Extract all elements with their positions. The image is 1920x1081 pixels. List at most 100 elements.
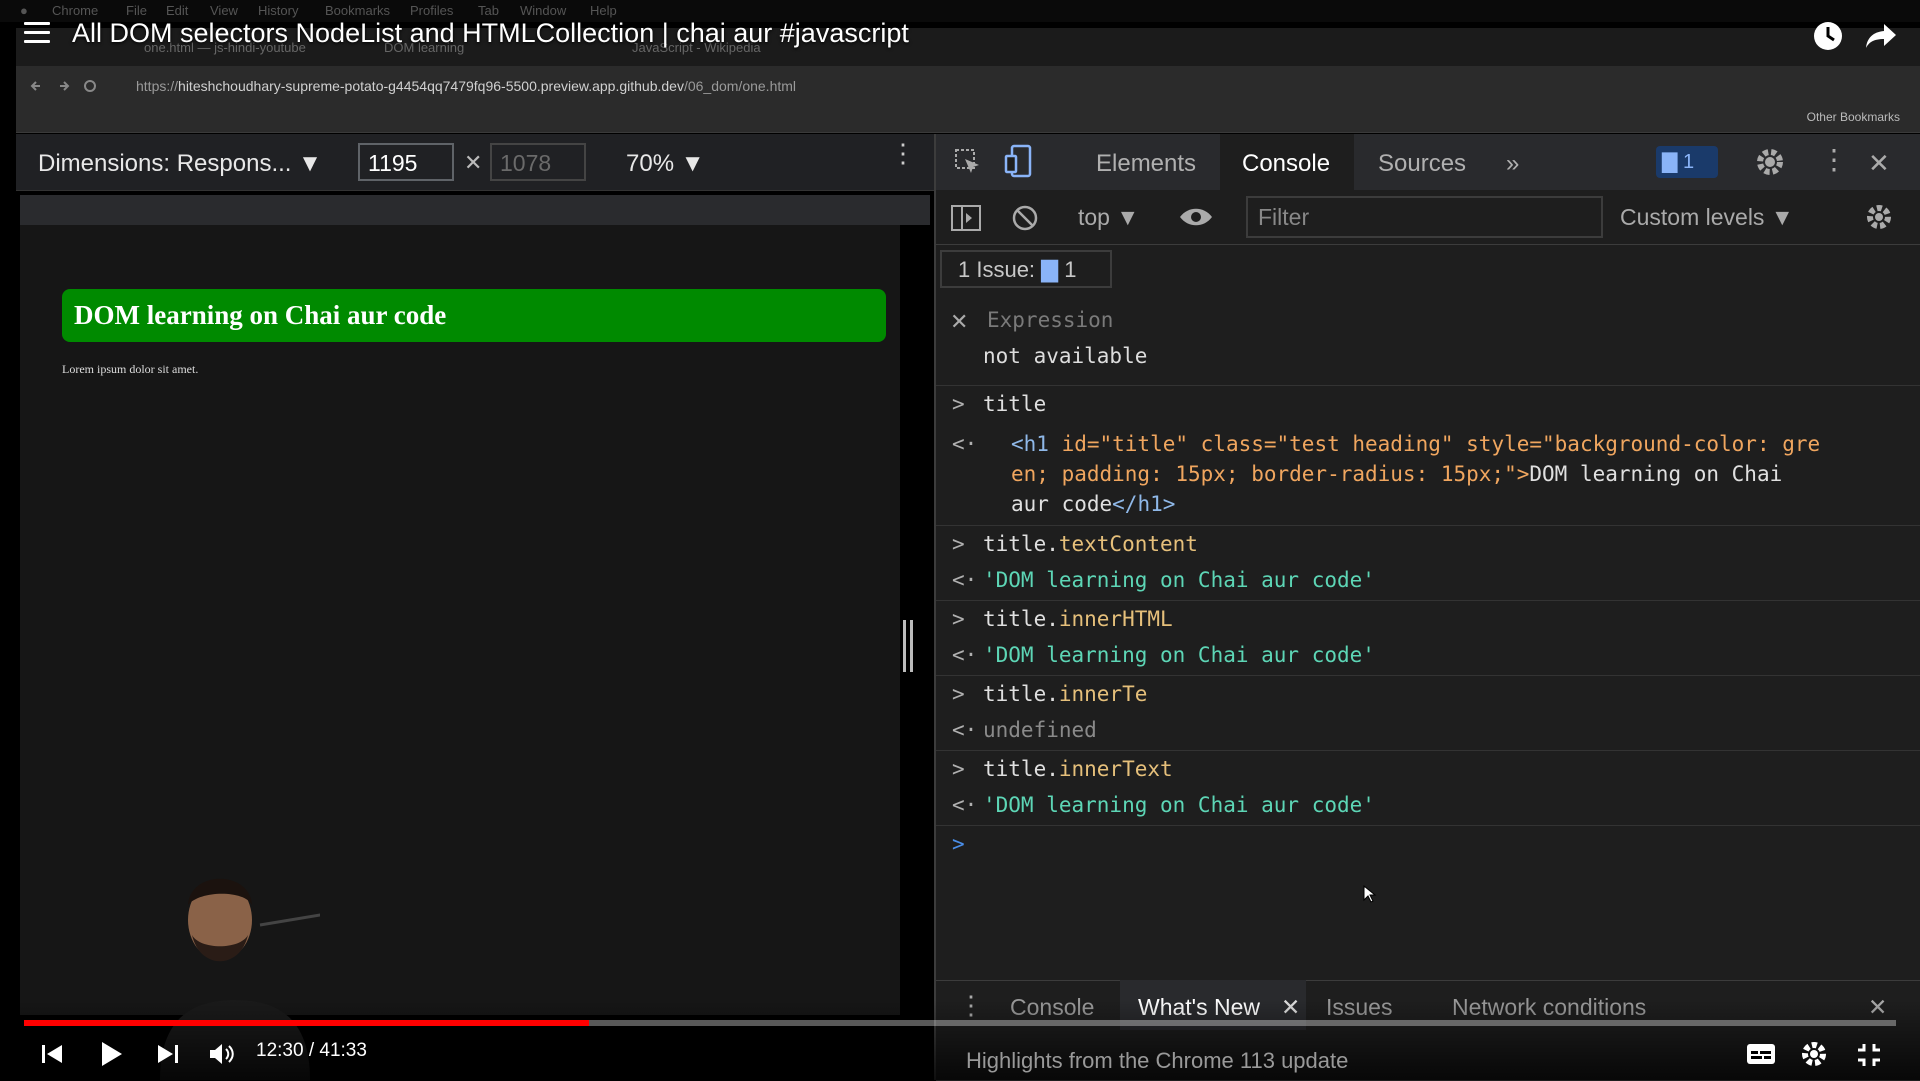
issue-pill-label: 1 Issue: bbox=[958, 257, 1036, 282]
console-input[interactable]: title.innerHTML bbox=[983, 607, 1173, 631]
previous-icon[interactable] bbox=[40, 1042, 64, 1066]
divider bbox=[936, 750, 1920, 751]
inspect-element-icon[interactable] bbox=[953, 147, 983, 177]
divider bbox=[936, 675, 1920, 676]
dropdown-arrow-icon: ▼ bbox=[298, 150, 322, 177]
issues-counter[interactable]: ▇ 1 bbox=[1656, 146, 1718, 178]
settings-gear-icon[interactable] bbox=[1754, 146, 1786, 178]
kebab-menu-icon[interactable]: ⋮ bbox=[1820, 146, 1848, 174]
console-result: 'DOM learning on Chai aur code' bbox=[983, 793, 1375, 817]
viewport-resize-handle[interactable] bbox=[903, 620, 915, 680]
output-arrow-icon: <· bbox=[952, 793, 978, 817]
menu-file[interactable]: File bbox=[126, 3, 147, 18]
issue-pill[interactable]: 1 Issue: ▇ 1 bbox=[940, 250, 1112, 288]
more-tabs-icon[interactable]: » bbox=[1506, 150, 1519, 178]
dimensions-select[interactable]: Dimensions: Respons... ▼ bbox=[38, 150, 322, 178]
html-attributes-cont: en; padding: 15px; border-radius: 15px;"… bbox=[1011, 462, 1530, 486]
log-levels-select[interactable]: Custom levels ▼ bbox=[1620, 204, 1794, 231]
context-select[interactable]: top ▼ bbox=[1078, 204, 1139, 231]
share-icon[interactable] bbox=[1864, 22, 1898, 50]
width-input[interactable]: 1195 bbox=[358, 143, 454, 181]
tab-sources[interactable]: Sources bbox=[1378, 150, 1466, 178]
menu-window[interactable]: Window bbox=[520, 3, 566, 18]
console-output-element[interactable]: <h1 id="title" class="test heading" styl… bbox=[1011, 432, 1820, 456]
media-query-bar[interactable] bbox=[20, 195, 930, 225]
tab-console[interactable]: Console bbox=[1242, 150, 1330, 178]
divider bbox=[936, 825, 1920, 826]
console-input[interactable]: title.textContent bbox=[983, 532, 1198, 556]
output-arrow-icon: <· bbox=[952, 568, 978, 592]
bookmarks-bar bbox=[16, 106, 1920, 133]
html-tag-close: </h1> bbox=[1112, 492, 1176, 516]
whats-new-highlight: Highlights from the Chrome 113 update bbox=[966, 1048, 1349, 1073]
property-name: innerTe bbox=[1058, 682, 1148, 706]
menu-bookmarks[interactable]: Bookmarks bbox=[325, 3, 390, 18]
console-input[interactable]: title.innerTe bbox=[983, 682, 1147, 706]
watch-later-icon[interactable] bbox=[1812, 20, 1844, 52]
other-bookmarks[interactable]: Other Bookmarks bbox=[1807, 110, 1900, 124]
volume-icon[interactable] bbox=[208, 1042, 236, 1066]
console-input[interactable]: title bbox=[983, 392, 1046, 416]
dropdown-arrow-icon: ▼ bbox=[680, 150, 705, 177]
output-arrow-icon: <· bbox=[952, 718, 978, 742]
console-prompt[interactable]: > bbox=[952, 832, 965, 856]
play-icon[interactable] bbox=[98, 1040, 124, 1068]
close-devtools-icon[interactable]: ✕ bbox=[1868, 148, 1890, 179]
page-paragraph: Lorem ipsum dolor sit amet. bbox=[62, 362, 199, 376]
menu-profiles[interactable]: Profiles bbox=[410, 3, 453, 18]
page-heading: DOM learning on Chai aur code bbox=[62, 289, 886, 342]
url-host: hiteshchoudhary-supreme-potato-g4454qq74… bbox=[178, 78, 684, 94]
mouse-cursor-icon bbox=[1363, 884, 1377, 903]
property-name: innerHTML bbox=[1058, 607, 1173, 631]
times-icon: ✕ bbox=[464, 150, 483, 175]
height-input[interactable]: 1078 bbox=[490, 143, 586, 181]
next-icon[interactable] bbox=[156, 1042, 180, 1066]
menu-icon[interactable] bbox=[24, 22, 50, 44]
live-expression-eye-icon[interactable] bbox=[1178, 204, 1214, 230]
console-result: 'DOM learning on Chai aur code' bbox=[983, 643, 1375, 667]
zoom-select[interactable]: 70% ▼ bbox=[626, 150, 704, 178]
object-name: title. bbox=[983, 757, 1059, 781]
nav-buttons-icon[interactable] bbox=[30, 78, 100, 94]
issue-pill-count: 1 bbox=[1064, 257, 1077, 282]
url-prefix: https:// bbox=[136, 78, 179, 94]
menu-edit[interactable]: Edit bbox=[166, 3, 188, 18]
video-title[interactable]: All DOM selectors NodeList and HTMLColle… bbox=[72, 18, 909, 49]
tab-elements[interactable]: Elements bbox=[1096, 150, 1196, 178]
output-arrow-icon: <· bbox=[952, 643, 978, 667]
url-path: /06_dom/one.html bbox=[683, 78, 797, 94]
remove-expression-icon[interactable]: ✕ bbox=[950, 309, 968, 335]
subtitles-icon[interactable] bbox=[1746, 1042, 1776, 1066]
divider bbox=[936, 600, 1920, 601]
console-result: undefined bbox=[983, 718, 1097, 742]
filter-input[interactable]: Filter bbox=[1246, 196, 1603, 238]
expression-value: not available bbox=[983, 344, 1148, 368]
settings-icon[interactable] bbox=[1800, 1040, 1828, 1068]
input-chevron-icon: > bbox=[952, 682, 965, 706]
menu-history[interactable]: History bbox=[258, 3, 298, 18]
zoom-value: 70% bbox=[626, 150, 675, 177]
menu-help[interactable]: Help bbox=[590, 3, 617, 18]
expression-label[interactable]: Expression bbox=[987, 308, 1113, 332]
sidebar-toggle-icon[interactable] bbox=[950, 204, 982, 232]
html-attributes: id="title" class="test heading" style="b… bbox=[1061, 432, 1821, 456]
time-display: 12:30 / 41:33 bbox=[256, 1040, 367, 1061]
html-text: DOM learning on Chai bbox=[1529, 462, 1783, 486]
menu-view[interactable]: View bbox=[210, 3, 238, 18]
menu-tab[interactable]: Tab bbox=[478, 3, 499, 18]
url-field[interactable]: https://hiteshchoudhary-supreme-potato-g… bbox=[136, 78, 796, 94]
device-toggle-icon[interactable] bbox=[1004, 144, 1034, 178]
object-name: title. bbox=[983, 607, 1059, 631]
more-vert-icon[interactable]: ⋮ bbox=[890, 140, 916, 166]
console-input[interactable]: title.innerText bbox=[983, 757, 1173, 781]
log-levels-label: Custom levels bbox=[1620, 204, 1765, 230]
html-text-cont: aur code bbox=[1011, 492, 1113, 516]
html-tag-open: <h1 bbox=[1011, 432, 1062, 456]
clear-console-icon[interactable] bbox=[1010, 203, 1040, 233]
message-icon: ▇ bbox=[1041, 257, 1059, 282]
exit-fullscreen-icon[interactable] bbox=[1856, 1042, 1882, 1068]
input-chevron-icon: > bbox=[952, 532, 965, 556]
context-value: top bbox=[1078, 204, 1110, 230]
console-settings-gear-icon[interactable] bbox=[1864, 202, 1894, 232]
menu-chrome[interactable]: Chrome bbox=[52, 3, 98, 18]
